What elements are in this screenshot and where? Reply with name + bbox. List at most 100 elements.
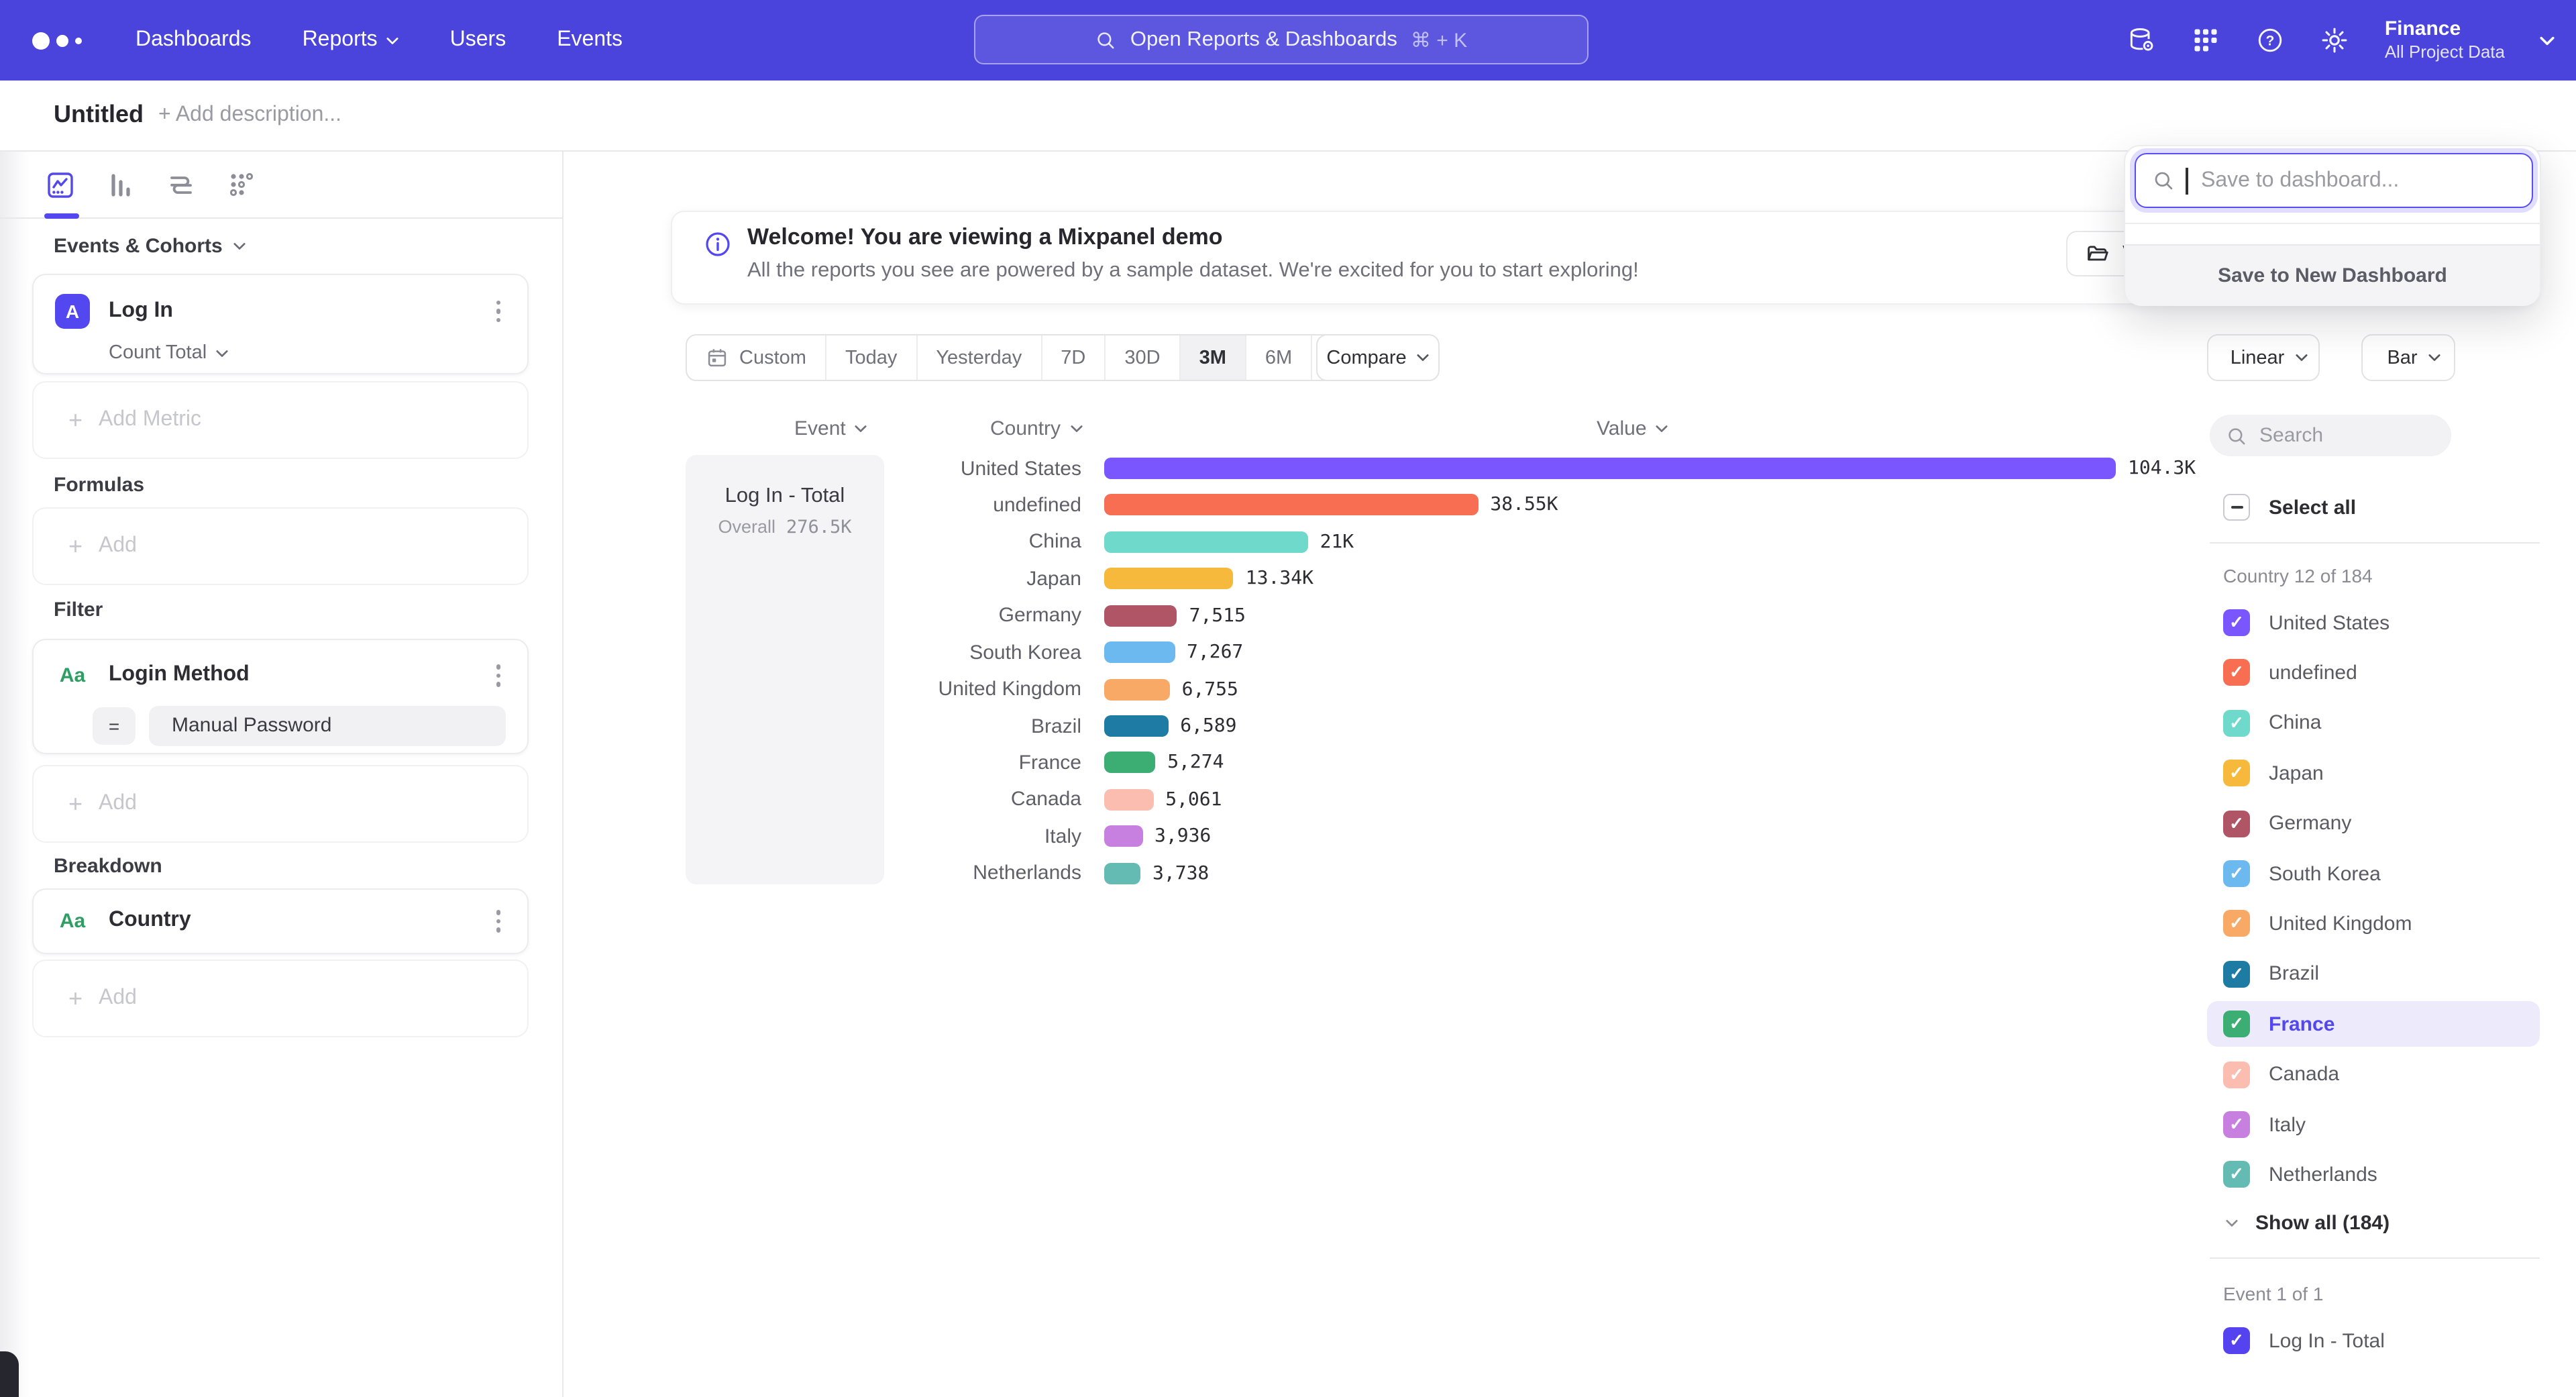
filter-operator[interactable]: = [93, 707, 136, 744]
series-checkbox[interactable]: ✓ [2223, 911, 2250, 937]
value-bar[interactable] [1104, 789, 1153, 811]
series-checkbox[interactable]: ✓ [2223, 710, 2250, 737]
compare-button[interactable]: Compare [1316, 334, 1440, 381]
series-row-italy[interactable]: ✓Italy [2207, 1102, 2540, 1147]
series-row-south-korea[interactable]: ✓South Korea [2207, 851, 2540, 896]
tab-funnels-icon[interactable] [105, 168, 137, 201]
series-row-netherlands[interactable]: ✓Netherlands [2207, 1152, 2540, 1198]
filter-value[interactable]: Manual Password [149, 705, 506, 745]
series-row-united-kingdom[interactable]: ✓ United Kingdom [2207, 901, 2540, 947]
range-today[interactable]: Today [826, 335, 917, 380]
add-breakdown-button[interactable]: +Add [32, 960, 529, 1037]
events-cohorts-header[interactable]: Events & Cohorts [54, 235, 246, 258]
filter-kebab-menu[interactable] [490, 659, 506, 692]
series-checkbox[interactable]: ✓ [2223, 1111, 2250, 1138]
tab-flows-icon[interactable] [225, 168, 258, 201]
nav-item-reports[interactable]: Reports [303, 28, 399, 52]
filter-property-name[interactable]: Login Method [109, 664, 472, 688]
series-checkbox[interactable]: ✓ [2223, 961, 2250, 988]
value-bar[interactable] [1104, 826, 1142, 847]
range-yesterday[interactable]: Yesterday [917, 335, 1042, 380]
report-title[interactable]: Untitled [54, 101, 144, 129]
column-header-country[interactable]: Country [990, 417, 1082, 440]
add-formula-button[interactable]: +Add [32, 507, 529, 585]
add-metric-button[interactable]: +Add Metric [32, 381, 529, 459]
value-bar[interactable] [1104, 862, 1140, 884]
add-description-field[interactable]: + Add description... [158, 103, 341, 127]
series-row-china[interactable]: ✓China [2207, 701, 2540, 746]
range-30d[interactable]: 30D [1106, 335, 1180, 380]
series-checkbox[interactable]: ✓ [2223, 1161, 2250, 1188]
breakdown-property-name[interactable]: Country [109, 909, 472, 933]
metric-name[interactable]: Log In [109, 299, 472, 323]
value-bar[interactable] [1104, 531, 1308, 553]
metric-card-login[interactable]: A Log In Count Total [32, 274, 529, 374]
nav-item-events[interactable]: Events [557, 28, 623, 52]
chevron-down-icon[interactable] [2540, 36, 2555, 45]
series-checkbox[interactable]: ✓ [2223, 810, 2250, 837]
value-label: 13.34K [1246, 568, 1313, 590]
nav-item-dashboards[interactable]: Dashboards [136, 28, 252, 52]
series-checkbox[interactable]: ✓ [2223, 860, 2250, 887]
value-bar[interactable] [1104, 752, 1155, 774]
series-row-japan[interactable]: ✓Japan [2207, 750, 2540, 796]
series-row-canada[interactable]: ✓Canada [2207, 1051, 2540, 1097]
series-checkbox[interactable]: ✓ [2223, 1061, 2250, 1088]
data-management-icon[interactable] [2127, 25, 2157, 55]
series-checkbox[interactable]: ✓ [2223, 609, 2250, 636]
breakdown-card-country[interactable]: Aa Country [32, 888, 529, 954]
series-row-france[interactable]: ✓France [2207, 1001, 2540, 1047]
search-icon [2152, 169, 2175, 192]
select-all-row[interactable]: Select all [2207, 484, 2540, 530]
mixpanel-logo-icon[interactable] [32, 32, 82, 49]
series-row-brazil[interactable]: ✓Brazil [2207, 951, 2540, 997]
event-checkbox[interactable]: ✓ [2223, 1327, 2250, 1354]
value-bar[interactable] [1104, 678, 1170, 700]
save-dashboard-search-input[interactable]: Save to dashboard... [2135, 153, 2533, 208]
series-label: undefined [2269, 662, 2357, 684]
value-bar[interactable] [1104, 715, 1168, 737]
breakdown-kebab-menu[interactable] [490, 904, 506, 937]
select-all-checkbox[interactable] [2223, 494, 2250, 521]
global-search-button[interactable]: Open Reports & Dashboards ⌘ + K [974, 15, 1589, 64]
series-row-germany[interactable]: ✓Germany [2207, 800, 2540, 846]
series-row-undefined[interactable]: ✓ undefined [2207, 650, 2540, 696]
save-to-new-dashboard-button[interactable]: Save to New Dashboard [2125, 244, 2540, 306]
range-custom[interactable]: Custom [687, 335, 826, 380]
tab-retention-icon[interactable] [165, 168, 197, 201]
bottom-left-widget[interactable] [0, 1351, 19, 1397]
range-6m[interactable]: 6M [1246, 335, 1312, 380]
value-label: 21K [1320, 531, 1354, 553]
series-checkbox[interactable]: ✓ [2223, 760, 2250, 786]
value-bar[interactable] [1104, 568, 1234, 590]
value-bar[interactable] [1104, 641, 1175, 663]
range-3m[interactable]: 3M [1181, 335, 1246, 380]
add-filter-button[interactable]: +Add [32, 765, 529, 843]
tab-insights-icon[interactable] [44, 168, 76, 201]
column-header-value[interactable]: Value [1597, 417, 1668, 440]
metric-aggregation[interactable]: Count Total [109, 342, 506, 364]
series-label: United Kingdom [2269, 913, 2412, 935]
series-checkbox[interactable]: ✓ [2223, 660, 2250, 686]
filter-header: Filter [54, 599, 103, 621]
country-label: United States [792, 457, 1081, 480]
settings-gear-icon[interactable] [2320, 25, 2350, 55]
value-bar[interactable] [1104, 495, 1478, 516]
series-checkbox[interactable]: ✓ [2223, 1011, 2250, 1037]
range-7d[interactable]: 7D [1042, 335, 1106, 380]
series-row-united-states[interactable]: ✓United States [2207, 600, 2540, 645]
help-icon[interactable]: ? [2256, 25, 2286, 55]
apps-grid-icon[interactable] [2192, 25, 2221, 55]
value-bar[interactable] [1104, 605, 1177, 626]
value-label: 7,267 [1187, 641, 1243, 663]
project-switcher[interactable]: Finance All Project Data [2385, 17, 2505, 64]
banner-subtitle: All the reports you see are powered by a… [747, 259, 1639, 283]
column-header-event[interactable]: Event [794, 417, 867, 440]
show-all-button[interactable]: Show all (184) [2207, 1200, 2540, 1245]
series-row-event[interactable]: ✓ Log In - Total [2207, 1318, 2540, 1363]
filter-card-login-method[interactable]: Aa Login Method = Manual Password [32, 639, 529, 754]
value-bar[interactable] [1104, 458, 2116, 479]
series-search-input[interactable]: Search [2210, 415, 2451, 456]
metric-kebab-menu[interactable] [490, 295, 506, 328]
nav-item-users[interactable]: Users [450, 28, 506, 52]
